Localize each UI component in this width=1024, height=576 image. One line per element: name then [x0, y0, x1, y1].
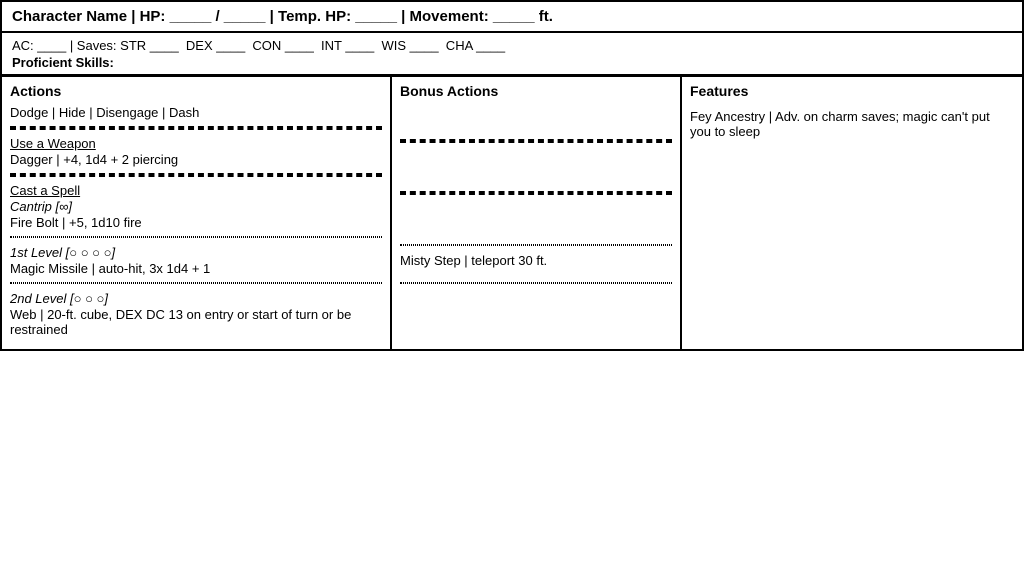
- bonus-actions-header: Bonus Actions: [400, 83, 672, 99]
- bonus-empty-top-1: [400, 103, 672, 141]
- level2-section: 2nd Level [○ ○ ○] Web | 20-ft. cube, DEX…: [10, 283, 382, 343]
- level2-detail: Web | 20-ft. cube, DEX DC 13 on entry or…: [10, 307, 382, 337]
- bonus-level2-section: [400, 283, 672, 335]
- character-header-bottom: AC: ____ | Saves: STR ____ DEX ____ CON …: [2, 33, 1022, 77]
- use-weapon-detail: Dagger | +4, 1d4 + 2 piercing: [10, 152, 382, 167]
- header-top-text: Character Name | HP: _____ / _____ | Tem…: [12, 8, 553, 25]
- level1-detail: Magic Missile | auto-hit, 3x 1d4 + 1: [10, 261, 382, 276]
- bonus-empty-cantrip: [400, 193, 672, 245]
- use-weapon-label: Use a Weapon: [10, 136, 382, 151]
- level1-section: 1st Level [○ ○ ○ ○] Magic Missile | auto…: [10, 237, 382, 283]
- level2-label: 2nd Level [○ ○ ○]: [10, 291, 382, 306]
- character-header-top: Character Name | HP: _____ / _____ | Tem…: [2, 2, 1022, 33]
- actions-column: Actions Dodge | Hide | Disengage | Dash …: [2, 77, 392, 349]
- bonus-level1-section: Misty Step | teleport 30 ft.: [400, 245, 672, 283]
- basic-actions-section: Dodge | Hide | Disengage | Dash: [10, 103, 382, 128]
- features-header: Features: [690, 83, 1014, 99]
- level1-label: 1st Level [○ ○ ○ ○]: [10, 245, 382, 260]
- basic-actions-text: Dodge | Hide | Disengage | Dash: [10, 105, 199, 120]
- bonus-level1-detail: Misty Step | teleport 30 ft.: [400, 253, 672, 268]
- proficient-skills-label: Proficient Skills:: [12, 55, 1012, 70]
- saves-line: AC: ____ | Saves: STR ____ DEX ____ CON …: [12, 38, 1012, 53]
- cast-spell-label: Cast a Spell: [10, 183, 382, 198]
- bonus-empty-top-2: [400, 141, 672, 193]
- cantrip-label: Cantrip [∞]: [10, 199, 382, 214]
- cantrip-detail: Fire Bolt | +5, 1d10 fire: [10, 215, 382, 230]
- features-text: Fey Ancestry | Adv. on charm saves; magi…: [690, 109, 990, 139]
- features-column: Features Fey Ancestry | Adv. on charm sa…: [682, 77, 1022, 349]
- actions-header: Actions: [10, 83, 382, 99]
- use-weapon-section: Use a Weapon Dagger | +4, 1d4 + 2 pierci…: [10, 128, 382, 175]
- features-text-section: Fey Ancestry | Adv. on charm saves; magi…: [690, 103, 1014, 145]
- cast-spell-section: Cast a Spell Cantrip [∞] Fire Bolt | +5,…: [10, 175, 382, 237]
- main-content: Actions Dodge | Hide | Disengage | Dash …: [2, 77, 1022, 349]
- bonus-actions-column: Bonus Actions Misty Step | teleport 30 f…: [392, 77, 682, 349]
